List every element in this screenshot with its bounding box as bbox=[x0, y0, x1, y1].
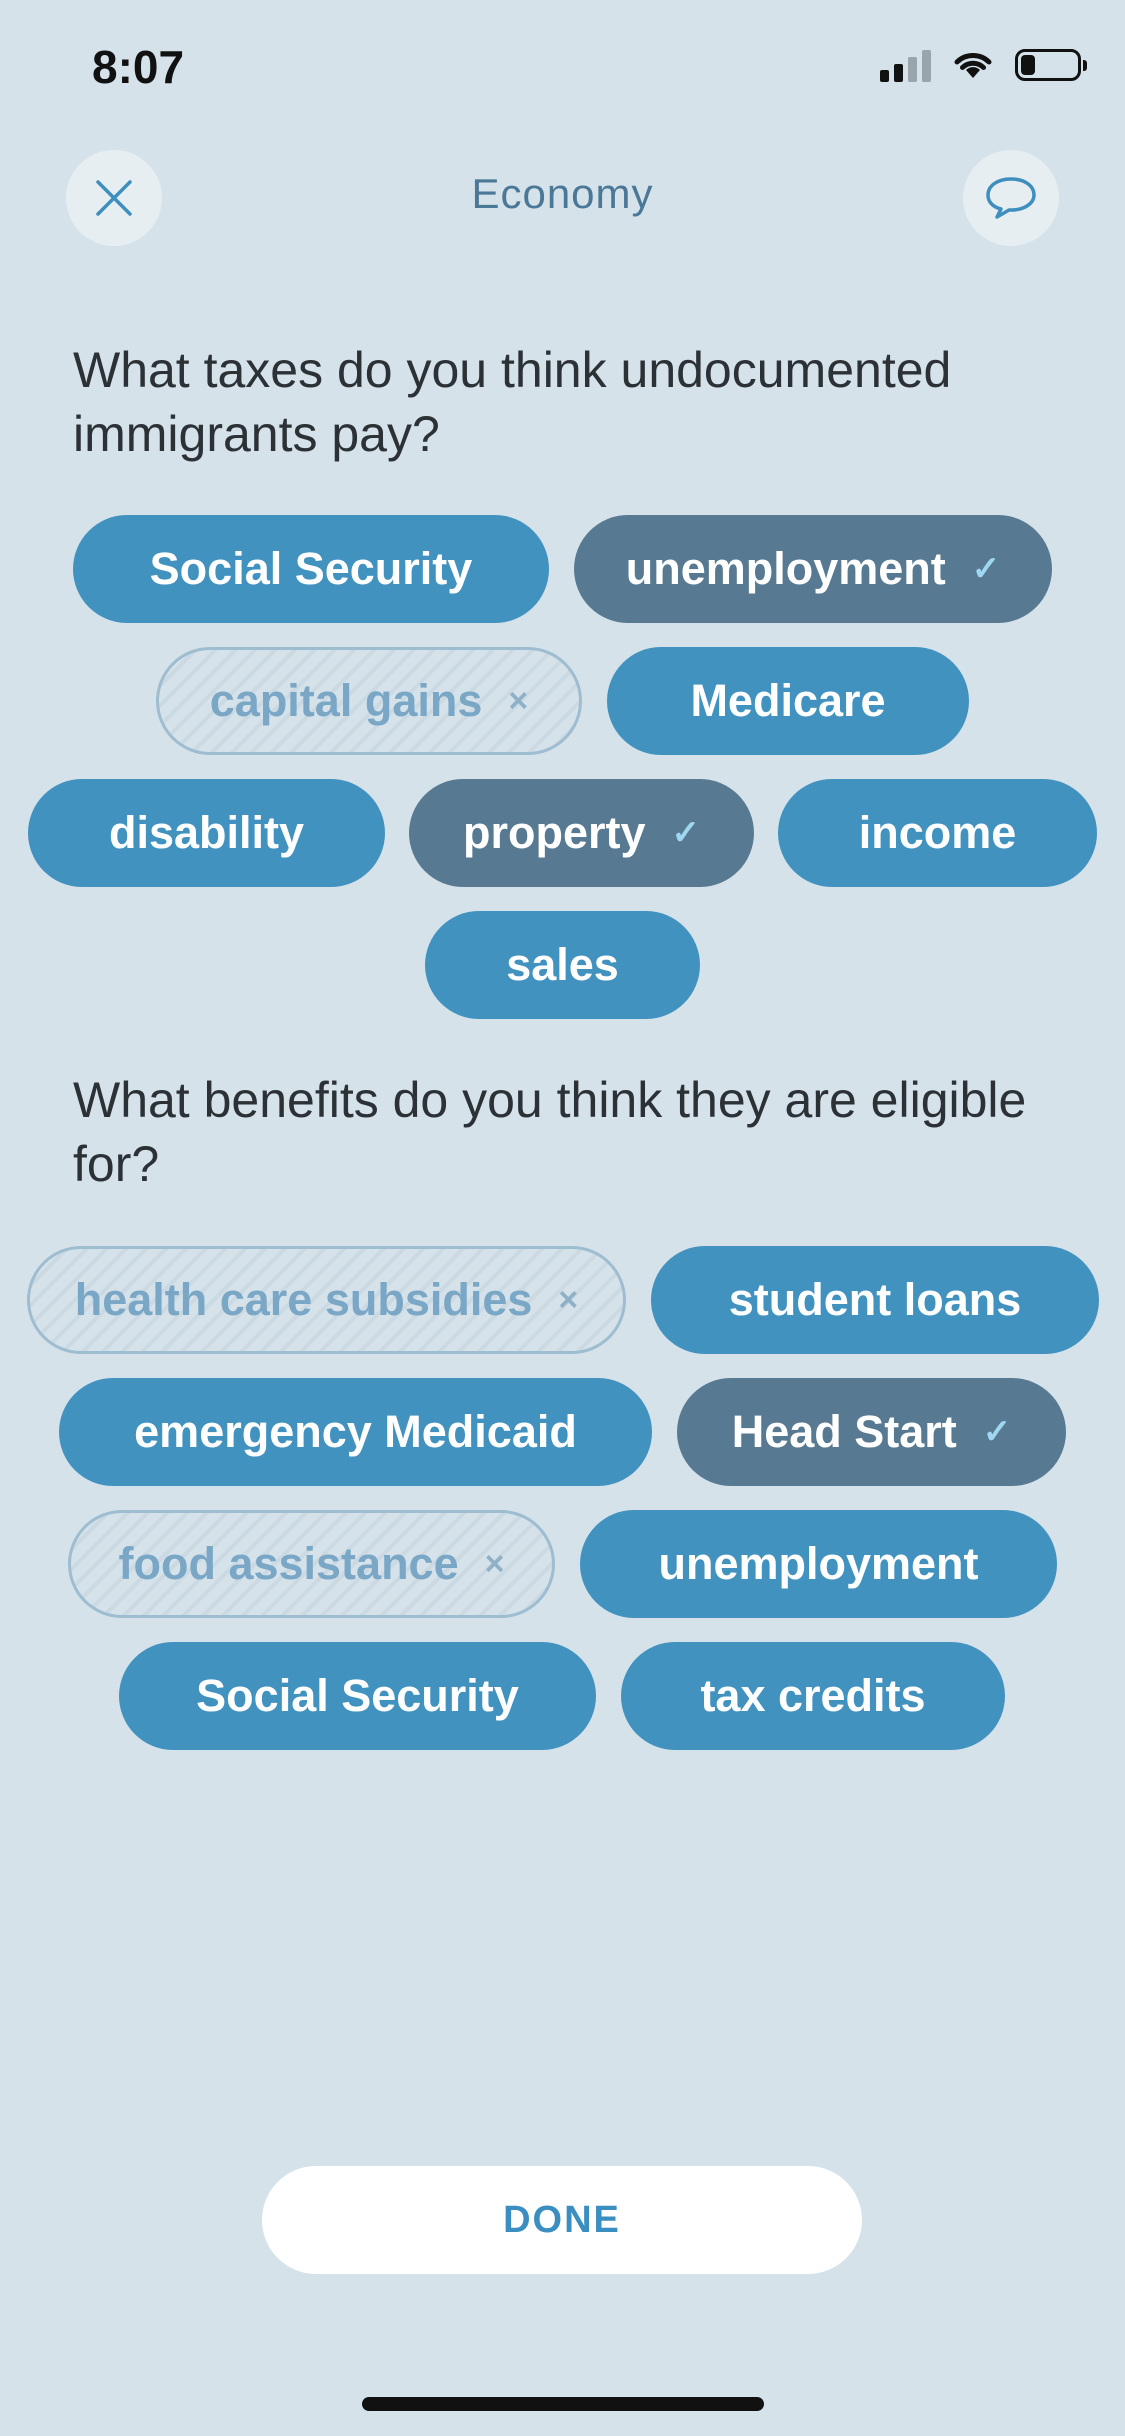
option-label: disability bbox=[108, 807, 305, 858]
option-food-assistance[interactable]: food assistance × bbox=[68, 1510, 555, 1618]
option-social-security[interactable]: Social Security bbox=[73, 515, 549, 623]
x-icon: × bbox=[558, 1280, 579, 1319]
option-capital-gains[interactable]: capital gains × bbox=[156, 647, 582, 755]
check-icon: ✓ bbox=[671, 814, 701, 852]
battery-icon bbox=[1015, 49, 1087, 81]
status-icons bbox=[880, 48, 1087, 82]
chat-bubble-icon bbox=[986, 177, 1036, 219]
x-icon: × bbox=[484, 1544, 505, 1583]
x-icon: × bbox=[508, 681, 529, 720]
option-label: capital gains bbox=[209, 675, 483, 726]
option-label: Head Start bbox=[731, 1406, 957, 1457]
option-head-start[interactable]: Head Start ✓ bbox=[677, 1378, 1066, 1486]
question-taxes: What taxes do you think undocumented imm… bbox=[73, 342, 952, 462]
option-label: health care subsidies bbox=[74, 1274, 533, 1325]
option-health-care-subsidies[interactable]: health care subsidies × bbox=[27, 1246, 626, 1354]
option-income[interactable]: income bbox=[778, 779, 1097, 887]
option-sales[interactable]: sales bbox=[425, 911, 700, 1019]
option-unemployment-benefit[interactable]: unemployment bbox=[580, 1510, 1057, 1618]
signal-icon bbox=[880, 48, 931, 82]
status-time: 8:07 bbox=[92, 41, 185, 93]
option-label: food assistance bbox=[118, 1538, 459, 1589]
option-label: sales bbox=[506, 939, 619, 990]
question-benefits: What benefits do you think they are elig… bbox=[73, 1072, 1027, 1192]
option-label: student loans bbox=[728, 1274, 1022, 1325]
option-label: property bbox=[462, 807, 646, 858]
option-emergency-medicaid[interactable]: emergency Medicaid bbox=[59, 1378, 652, 1486]
option-label: Social Security bbox=[196, 1670, 519, 1721]
done-button[interactable]: DONE bbox=[262, 2166, 862, 2274]
wifi-icon bbox=[954, 53, 992, 78]
option-label: emergency Medicaid bbox=[134, 1406, 577, 1457]
option-student-loans[interactable]: student loans bbox=[651, 1246, 1099, 1354]
option-label: Medicare bbox=[690, 675, 886, 726]
option-label: unemployment bbox=[658, 1538, 979, 1589]
page-title: Economy bbox=[471, 170, 654, 217]
option-medicare[interactable]: Medicare bbox=[607, 647, 969, 755]
option-disability[interactable]: disability bbox=[28, 779, 385, 887]
option-tax-credits[interactable]: tax credits bbox=[621, 1642, 1005, 1750]
check-icon: ✓ bbox=[982, 1413, 1012, 1451]
option-label: Social Security bbox=[149, 543, 473, 594]
option-property[interactable]: property ✓ bbox=[409, 779, 754, 887]
check-icon: ✓ bbox=[971, 550, 1001, 588]
option-label: tax credits bbox=[700, 1670, 926, 1721]
option-label: income bbox=[858, 807, 1017, 858]
option-social-security-benefit[interactable]: Social Security bbox=[119, 1642, 596, 1750]
chat-button[interactable] bbox=[963, 150, 1059, 246]
home-indicator[interactable] bbox=[362, 2397, 764, 2411]
option-unemployment[interactable]: unemployment ✓ bbox=[574, 515, 1052, 623]
option-label: unemployment bbox=[625, 543, 946, 594]
